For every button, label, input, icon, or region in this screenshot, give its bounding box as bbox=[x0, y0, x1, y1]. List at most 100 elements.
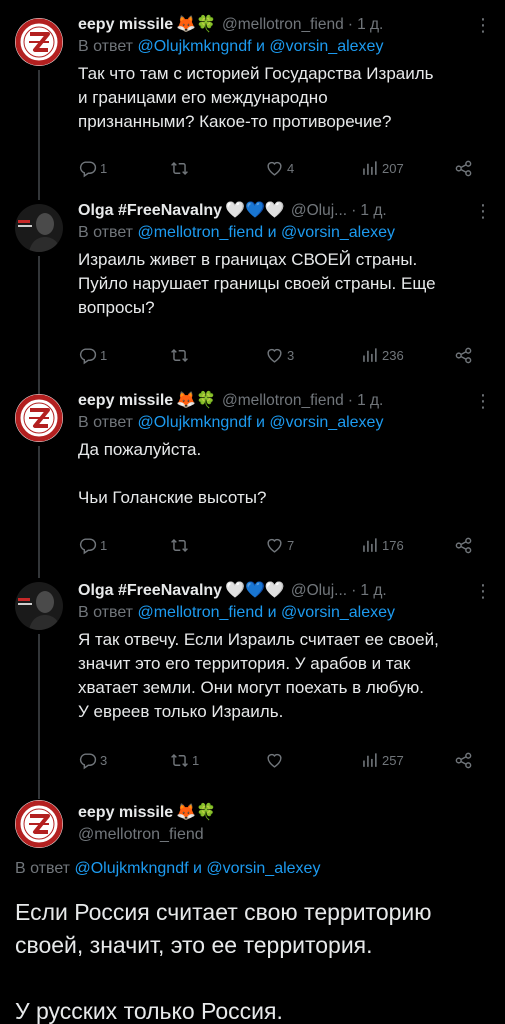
timestamp[interactable]: 1 д. bbox=[357, 14, 383, 36]
separator-dot: · bbox=[351, 582, 357, 599]
like-icon bbox=[265, 536, 284, 555]
action-bar: 1 7 176 bbox=[78, 536, 478, 558]
timestamp[interactable]: 1 д. bbox=[357, 390, 383, 412]
tweet-text: Да пожалуйста. Чьи Голанские высоты? bbox=[78, 440, 267, 507]
reply-button[interactable]: 3 bbox=[78, 751, 107, 770]
author-name[interactable]: Olga #FreeNavalny bbox=[78, 200, 222, 222]
more-icon[interactable]: ⋮ bbox=[474, 390, 492, 412]
avatar[interactable] bbox=[15, 800, 63, 848]
retweet-icon bbox=[170, 346, 189, 365]
author-handle[interactable]: @Oluj... bbox=[291, 580, 347, 602]
name-emoji: 🤍💙🤍 bbox=[225, 202, 285, 219]
like-icon bbox=[265, 159, 284, 178]
retweet-icon bbox=[170, 751, 189, 770]
mention-link[interactable]: @Olujkmkngndf bbox=[137, 38, 251, 55]
share-icon bbox=[454, 346, 473, 365]
timestamp[interactable]: 1 д. bbox=[360, 580, 386, 602]
thread-line bbox=[38, 570, 40, 578]
separator-dot: · bbox=[351, 202, 357, 219]
share-button[interactable] bbox=[454, 536, 473, 555]
mention-link[interactable]: @mellotron_fiend bbox=[137, 604, 263, 621]
reply-context: В ответ @Olujkmkngndf и @vorsin_alexey bbox=[15, 860, 321, 877]
mention-link[interactable]: @vorsin_alexey bbox=[206, 860, 320, 877]
views-icon bbox=[360, 346, 379, 365]
avatar[interactable] bbox=[15, 18, 63, 66]
like-button[interactable]: 7 bbox=[265, 536, 294, 555]
views-icon bbox=[360, 159, 379, 178]
author-name[interactable]: Olga #FreeNavalny bbox=[78, 580, 222, 602]
thread-line bbox=[38, 70, 40, 198]
author-name[interactable]: eepy missile bbox=[78, 390, 173, 412]
mention-link[interactable]: @Olujkmkngndf bbox=[74, 860, 188, 877]
author-name[interactable]: eepy missile bbox=[78, 14, 173, 36]
more-icon[interactable]: ⋮ bbox=[474, 200, 492, 222]
mention-link[interactable]: @vorsin_alexey bbox=[281, 604, 395, 621]
name-emoji: 🦊🍀 bbox=[176, 804, 217, 821]
retweet-button[interactable] bbox=[170, 159, 192, 178]
reply-icon bbox=[78, 346, 97, 365]
mention-link[interactable]: @vorsin_alexey bbox=[269, 38, 383, 55]
share-icon bbox=[454, 159, 473, 178]
reply-context: В ответ @Olujkmkngndf и @vorsin_alexey bbox=[78, 38, 384, 55]
thread-line bbox=[38, 192, 40, 200]
action-bar: 1 4 207 bbox=[78, 159, 478, 181]
retweet-button[interactable]: 1 bbox=[170, 751, 199, 770]
author-name[interactable]: eepy missile 🦊🍀 bbox=[78, 802, 216, 824]
like-button[interactable]: 3 bbox=[265, 346, 294, 365]
action-bar: 1 3 236 bbox=[78, 346, 478, 368]
views-icon bbox=[360, 536, 379, 555]
reply-context: В ответ @mellotron_fiend и @vorsin_alexe… bbox=[78, 224, 396, 241]
views-button[interactable]: 257 bbox=[360, 751, 404, 770]
retweet-button[interactable] bbox=[170, 346, 192, 365]
mention-link[interactable]: @vorsin_alexey bbox=[269, 414, 383, 431]
share-button[interactable] bbox=[454, 159, 473, 178]
tweet-text: Я так отвечу. Если Израиль считает ее св… bbox=[78, 630, 439, 721]
mention-link[interactable]: @mellotron_fiend bbox=[137, 224, 263, 241]
name-emoji: 🦊🍀 bbox=[176, 16, 217, 33]
more-icon[interactable]: ⋮ bbox=[474, 14, 492, 36]
timestamp[interactable]: 1 д. bbox=[360, 200, 386, 222]
reply-button[interactable]: 1 bbox=[78, 536, 107, 555]
action-bar: 3 1 257 bbox=[78, 751, 478, 773]
main-tweet[interactable]: eepy missile 🦊🍀 @mellotron_fiend В ответ … bbox=[0, 798, 505, 1024]
mention-link[interactable]: @Olujkmkngndf bbox=[137, 414, 251, 431]
retweet-icon bbox=[170, 159, 189, 178]
share-icon bbox=[454, 751, 473, 770]
retweet-button[interactable] bbox=[170, 536, 192, 555]
views-button[interactable]: 236 bbox=[360, 346, 404, 365]
thread-line bbox=[38, 446, 40, 578]
like-icon bbox=[265, 346, 284, 365]
thread-line bbox=[38, 256, 40, 400]
like-button[interactable] bbox=[265, 751, 287, 770]
views-icon bbox=[360, 751, 379, 770]
mention-link[interactable]: @vorsin_alexey bbox=[281, 224, 395, 241]
author-handle[interactable]: @Oluj... bbox=[291, 200, 347, 222]
author-handle[interactable]: @mellotron_fiend bbox=[222, 14, 344, 36]
tweet-text: Если Россия считает свою территорию свое… bbox=[15, 899, 432, 1024]
tweet-text: Так что там с историей Государства Израи… bbox=[78, 64, 434, 131]
separator-dot: · bbox=[347, 16, 354, 33]
author-handle[interactable]: @mellotron_fiend bbox=[222, 390, 344, 412]
name-emoji: 🤍💙🤍 bbox=[225, 582, 285, 599]
separator-dot: · bbox=[347, 392, 354, 409]
views-button[interactable]: 207 bbox=[360, 159, 404, 178]
share-button[interactable] bbox=[454, 751, 473, 770]
share-button[interactable] bbox=[454, 346, 473, 365]
avatar[interactable] bbox=[15, 582, 63, 630]
reply-icon bbox=[78, 536, 97, 555]
reply-button[interactable]: 1 bbox=[78, 346, 107, 365]
share-icon bbox=[454, 536, 473, 555]
tweet-text: Израиль живет в границах СВОЕЙ страны. П… bbox=[78, 250, 436, 317]
author-handle[interactable]: @mellotron_fiend bbox=[78, 824, 216, 846]
avatar[interactable] bbox=[15, 394, 63, 442]
thread-line bbox=[38, 634, 40, 799]
views-button[interactable]: 176 bbox=[360, 536, 404, 555]
avatar[interactable] bbox=[15, 204, 63, 252]
reply-button[interactable]: 1 bbox=[78, 159, 107, 178]
like-button[interactable]: 4 bbox=[265, 159, 294, 178]
reply-context: В ответ @mellotron_fiend и @vorsin_alexe… bbox=[78, 604, 396, 621]
retweet-icon bbox=[170, 536, 189, 555]
like-icon bbox=[265, 751, 284, 770]
name-emoji: 🦊🍀 bbox=[176, 392, 217, 409]
more-icon[interactable]: ⋮ bbox=[474, 580, 492, 602]
